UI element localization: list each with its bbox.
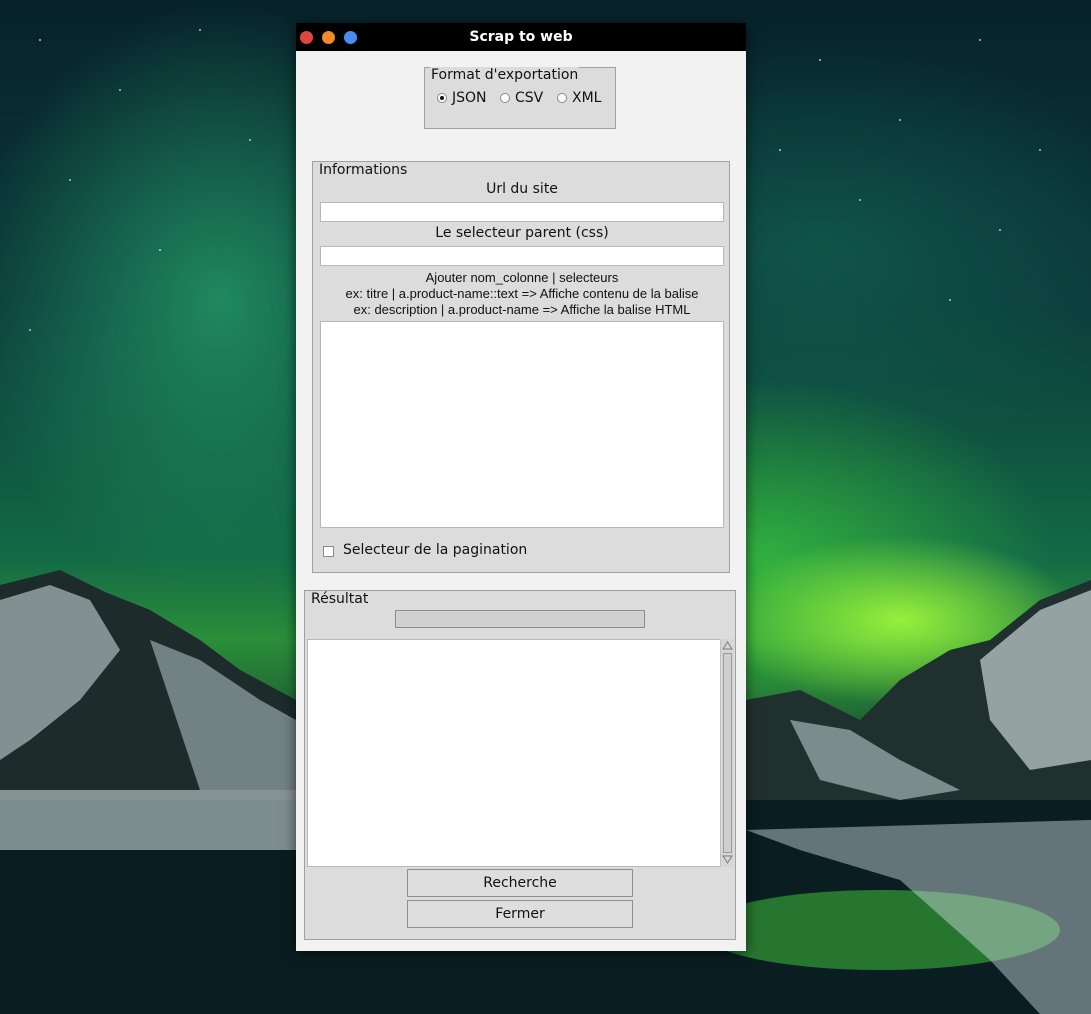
result-frame: Résultat Recherche Fermer <box>304 590 736 940</box>
radio-json-button[interactable] <box>437 93 447 103</box>
result-output[interactable] <box>307 639 722 867</box>
pagination-checkbox[interactable] <box>323 546 334 557</box>
search-button[interactable]: Recherche <box>407 869 633 897</box>
result-legend: Résultat <box>310 591 370 607</box>
radio-xml-button[interactable] <box>557 93 567 103</box>
radio-xml[interactable]: XML <box>557 89 601 107</box>
title-bar[interactable]: Scrap to web <box>296 23 746 51</box>
informations-frame: Informations Url du site Le selecteur pa… <box>312 161 730 573</box>
radio-json-label: JSON <box>452 90 487 106</box>
parent-selector-input[interactable] <box>320 246 724 266</box>
radio-csv[interactable]: CSV <box>500 89 543 107</box>
export-format-legend: Format d'exportation <box>430 67 580 83</box>
parent-selector-label: Le selecteur parent (css) <box>435 225 609 241</box>
pagination-label: Selecteur de la pagination <box>343 542 528 558</box>
progress-bar <box>395 610 645 628</box>
close-button[interactable]: Fermer <box>407 900 633 928</box>
export-format-frame: Format d'exportation JSON CSV XML <box>424 67 616 129</box>
url-label: Url du site <box>486 181 558 197</box>
informations-legend: Informations <box>318 162 409 178</box>
radio-xml-label: XML <box>572 90 602 106</box>
hint-line-2: ex: titre | a.product-name::text => Affi… <box>345 286 699 301</box>
hint-line-1: Ajouter nom_colonne | selecteurs <box>425 270 619 285</box>
selectors-textarea[interactable] <box>320 321 724 528</box>
scrollbar-thumb[interactable] <box>723 653 732 853</box>
radio-csv-button[interactable] <box>500 93 510 103</box>
result-scrollbar[interactable] <box>720 639 734 867</box>
scroll-down-icon[interactable] <box>722 854 733 865</box>
scroll-up-icon[interactable] <box>722 640 733 651</box>
url-input[interactable] <box>320 202 724 222</box>
hint-line-3: ex: description | a.product-name => Affi… <box>353 302 691 317</box>
radio-json[interactable]: JSON <box>437 89 487 107</box>
window-title: Scrap to web <box>469 29 573 45</box>
app-window: Scrap to web Format d'exportation JSON C… <box>296 23 746 951</box>
radio-csv-label: CSV <box>515 90 544 106</box>
